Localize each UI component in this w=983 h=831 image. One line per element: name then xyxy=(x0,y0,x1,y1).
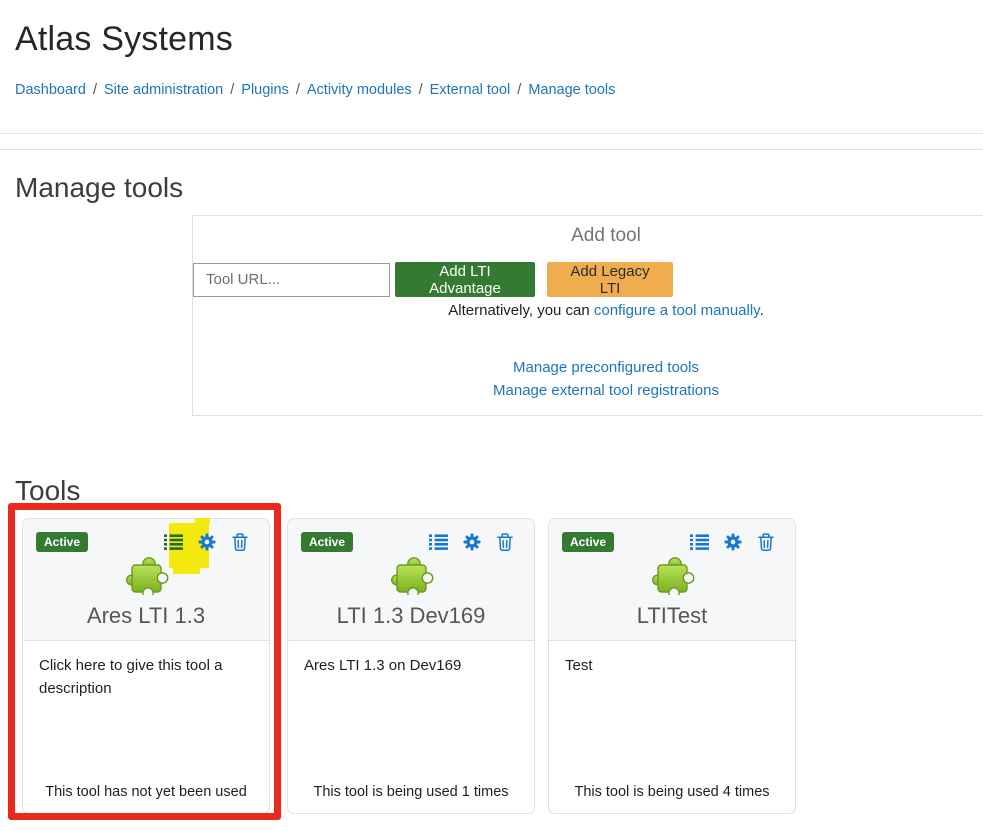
page: Atlas Systems Dashboard/Site administrat… xyxy=(0,0,983,831)
alternative-text: Alternatively, you can configure a tool … xyxy=(193,302,983,319)
tools-section-heading: Tools xyxy=(15,475,80,507)
tool-card-lti-dev169: Active LTI 1.3 Dev169 Are xyxy=(287,518,535,814)
course-list-icon[interactable] xyxy=(429,533,448,551)
configure-tool-manually-link[interactable]: configure a tool manually xyxy=(594,302,760,319)
trash-icon[interactable] xyxy=(756,533,775,551)
tool-card-body: Test This tool is being used 4 times xyxy=(549,641,795,813)
course-list-icon[interactable] xyxy=(690,533,709,551)
tool-title: LTI 1.3 Dev169 xyxy=(288,603,534,629)
course-list-icon[interactable] xyxy=(164,533,183,551)
breadcrumb-link-manage-tools[interactable]: Manage tools xyxy=(528,82,615,98)
status-badge: Active xyxy=(36,532,88,552)
tool-card-body: Ares LTI 1.3 on Dev169 This tool is bein… xyxy=(288,641,534,813)
divider xyxy=(0,133,983,134)
gear-icon[interactable] xyxy=(723,533,742,551)
manage-links: Manage preconfigured tools Manage extern… xyxy=(193,356,983,402)
breadcrumb-link-external-tool[interactable]: External tool xyxy=(430,82,511,98)
tool-description[interactable]: Test xyxy=(549,641,795,678)
tool-description[interactable]: Click here to give this tool a descripti… xyxy=(23,641,269,700)
site-title: Atlas Systems xyxy=(15,20,233,59)
alternative-text-prefix: Alternatively, you can xyxy=(448,302,594,319)
lti-puzzle-icon xyxy=(549,553,795,595)
add-tool-form: Add LTI Advantage Add Legacy LTI xyxy=(193,262,673,297)
tool-usage-text: This tool is being used 1 times xyxy=(288,784,534,800)
gear-icon[interactable] xyxy=(197,533,216,551)
lti-puzzle-icon xyxy=(23,553,269,595)
tool-usage-text: This tool is being used 4 times xyxy=(549,784,795,800)
breadcrumb: Dashboard/Site administration/Plugins/Ac… xyxy=(15,82,615,98)
add-tool-heading: Add tool xyxy=(193,225,983,247)
gear-icon[interactable] xyxy=(462,533,481,551)
status-badge: Active xyxy=(301,532,353,552)
breadcrumb-link-activity-modules[interactable]: Activity modules xyxy=(307,82,412,98)
tool-card-header: Active Ares LTI 1.3 xyxy=(23,519,269,641)
breadcrumb-link-dashboard[interactable]: Dashboard xyxy=(15,82,86,98)
manage-external-tool-registrations-link[interactable]: Manage external tool registrations xyxy=(193,379,983,402)
tool-card-header: Active LTI 1.3 Dev169 xyxy=(288,519,534,641)
tool-card-ltitest: Active LTITest Test xyxy=(548,518,796,814)
breadcrumb-separator: / xyxy=(289,82,307,98)
add-tool-panel: Add tool Add LTI Advantage Add Legacy LT… xyxy=(192,215,983,416)
trash-icon[interactable] xyxy=(495,533,514,551)
tool-card-header: Active LTITest xyxy=(549,519,795,641)
alternative-text-suffix: . xyxy=(760,302,764,319)
lti-puzzle-icon xyxy=(288,553,534,595)
trash-icon[interactable] xyxy=(230,533,249,551)
add-lti-advantage-button[interactable]: Add LTI Advantage xyxy=(395,262,535,297)
status-badge: Active xyxy=(562,532,614,552)
tool-description[interactable]: Ares LTI 1.3 on Dev169 xyxy=(288,641,534,678)
tool-card-ares-lti: Active Ares LTI 1.3 Click xyxy=(22,518,270,814)
add-legacy-lti-button[interactable]: Add Legacy LTI xyxy=(547,262,673,297)
tool-card-body: Click here to give this tool a descripti… xyxy=(23,641,269,813)
breadcrumb-separator: / xyxy=(223,82,241,98)
tool-url-input[interactable] xyxy=(193,263,390,297)
divider xyxy=(0,149,983,150)
tool-title: LTITest xyxy=(549,603,795,629)
breadcrumb-separator: / xyxy=(86,82,104,98)
page-title: Manage tools xyxy=(15,172,183,204)
breadcrumb-separator: / xyxy=(510,82,528,98)
breadcrumb-link-plugins[interactable]: Plugins xyxy=(241,82,289,98)
tool-title: Ares LTI 1.3 xyxy=(23,603,269,629)
tool-usage-text: This tool has not yet been used xyxy=(23,784,269,800)
breadcrumb-separator: / xyxy=(412,82,430,98)
manage-preconfigured-tools-link[interactable]: Manage preconfigured tools xyxy=(193,356,983,379)
breadcrumb-link-site-administration[interactable]: Site administration xyxy=(104,82,223,98)
